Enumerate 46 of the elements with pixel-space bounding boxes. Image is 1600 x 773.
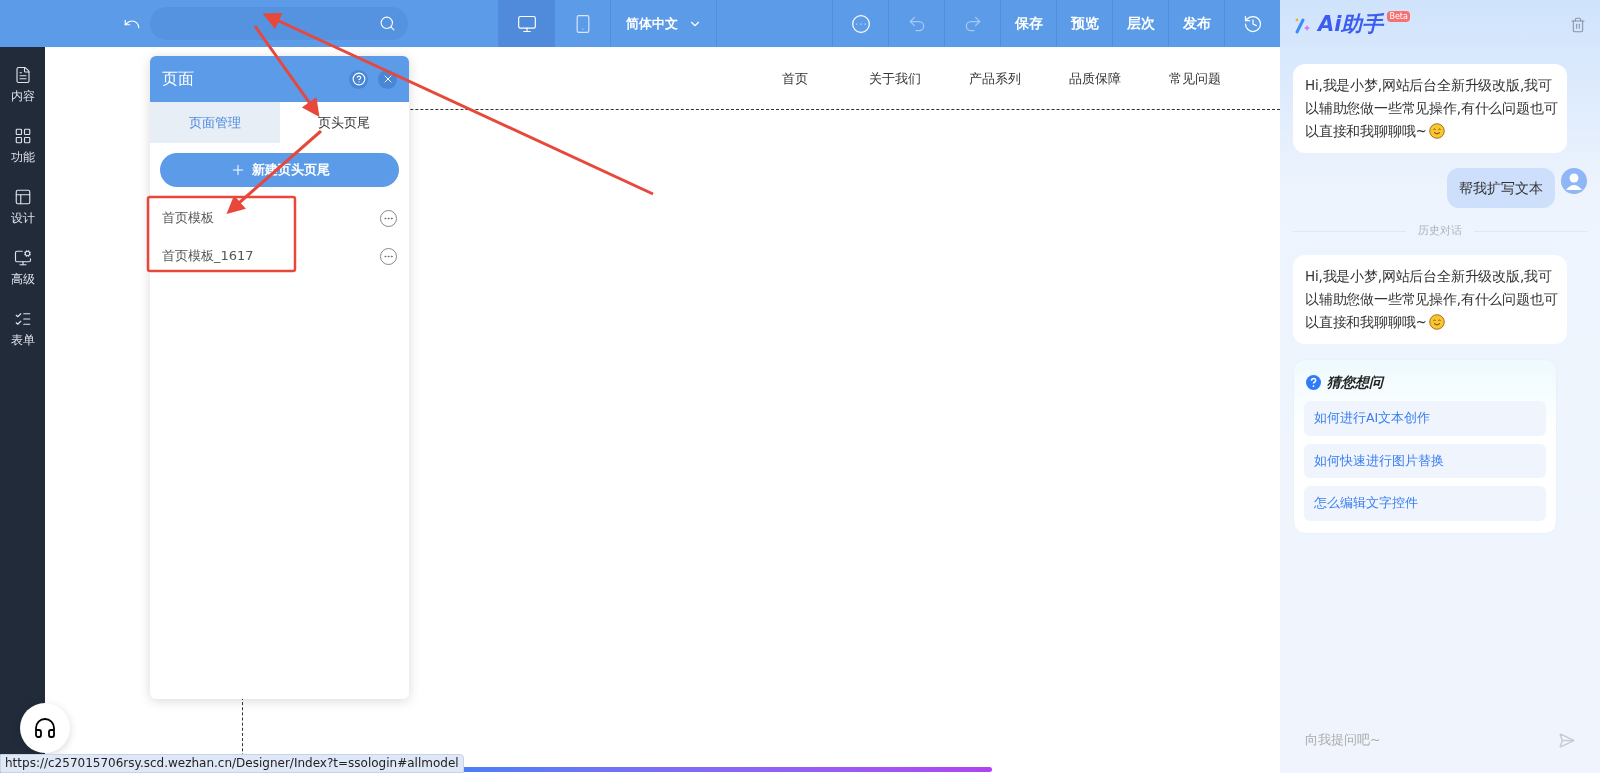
- suggestion-item[interactable]: 怎么编辑文字控件: [1304, 486, 1546, 521]
- help-icon: [351, 72, 366, 86]
- search-icon: [379, 15, 396, 32]
- question-icon: [1306, 374, 1321, 390]
- more-icon: [850, 13, 871, 34]
- user-message: 帮我扩写文本: [1447, 168, 1555, 209]
- nav-link[interactable]: 关于我们: [845, 69, 945, 109]
- nav-link[interactable]: 产品系列: [945, 69, 1045, 109]
- sidebar-item[interactable]: 设计: [0, 177, 45, 238]
- sidebar-item[interactable]: 功能: [0, 116, 45, 177]
- layout-icon: [13, 187, 32, 206]
- search-field[interactable]: [150, 7, 408, 40]
- panel-title: 页面: [162, 68, 195, 90]
- trash-icon[interactable]: [1570, 17, 1586, 33]
- monitor-code-icon: [13, 248, 32, 267]
- desktop-view-button[interactable]: [498, 0, 554, 47]
- assistant-title: Ai助手: [1318, 11, 1384, 39]
- sidebar-item[interactable]: 高级: [0, 238, 45, 299]
- sidebar-item[interactable]: 表单: [0, 299, 45, 360]
- suggestion-item[interactable]: 如何进行AI文本创作: [1304, 400, 1546, 436]
- suggestion-title: 猜您想问: [1327, 372, 1383, 392]
- send-icon[interactable]: [1558, 732, 1575, 749]
- chat-input[interactable]: 向我提问吧~: [1305, 731, 1558, 750]
- nav-link[interactable]: 品质保障: [1045, 69, 1145, 109]
- status-url: https://c257015706rsy.scd.wezhan.cn/Designer/Index?t=ssologin#allmodel: [0, 754, 464, 773]
- nav-link[interactable]: 常见问题: [1145, 69, 1245, 109]
- smile-emoji-icon: [1428, 123, 1445, 139]
- smile-emoji-icon: [1428, 313, 1445, 330]
- nav-link[interactable]: 首页: [745, 69, 845, 109]
- divider-label: 历史对话: [1418, 223, 1462, 240]
- beta-badge: Beta: [1387, 11, 1410, 22]
- headset-icon: [33, 716, 57, 740]
- assistant-message: Hi,我是小梦,网站后台全新升级改版,我可以辅助您做一些常见操作,有什么问题也可以直接和我聊聊哦~: [1293, 64, 1567, 153]
- suggestion-item[interactable]: 如何快速进行图片替换: [1304, 443, 1546, 479]
- template-item[interactable]: 首页模板: [162, 208, 380, 228]
- sidebar-item[interactable]: 内容: [0, 55, 45, 116]
- grid-icon: [13, 126, 32, 145]
- avatar-icon: [1561, 168, 1587, 194]
- template-item[interactable]: 首页模板_1617: [162, 246, 380, 266]
- document-icon: [13, 65, 32, 84]
- monitor-icon: [516, 13, 537, 34]
- history-icon: [1242, 13, 1263, 34]
- assistant-message: Hi,我是小梦,网站后台全新升级改版,我可以辅助您做一些常见操作,有什么问题也可以直接和我聊聊哦~: [1293, 254, 1567, 344]
- chat-input-field[interactable]: 向我提问吧~: [1292, 720, 1588, 761]
- help-button[interactable]: [349, 69, 368, 89]
- support-button[interactable]: [20, 703, 70, 753]
